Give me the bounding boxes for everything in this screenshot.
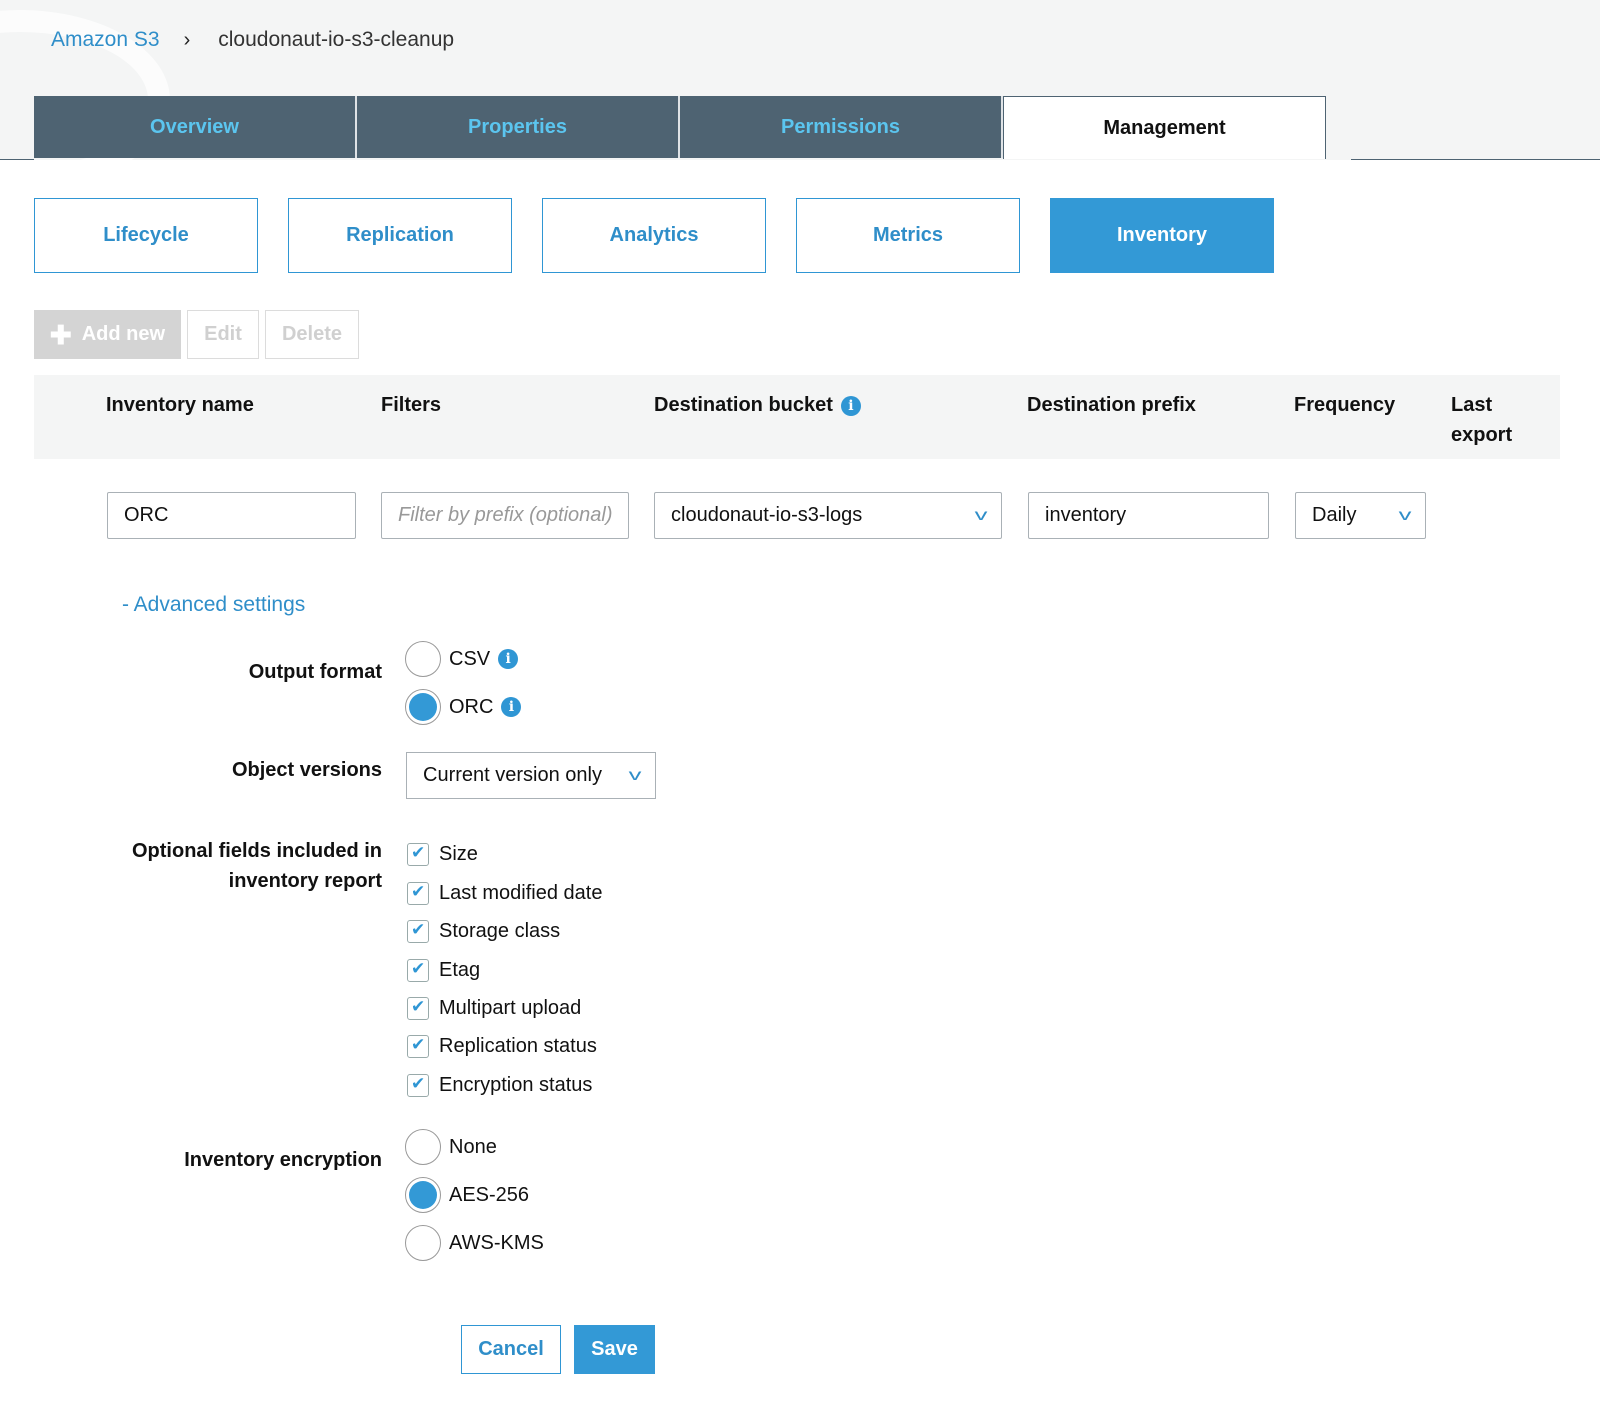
checkbox-etag[interactable]: Etag (407, 959, 480, 982)
chevron-down-icon: v (1398, 506, 1412, 524)
checkbox[interactable] (407, 920, 429, 943)
inventory-encryption-label: Inventory encryption (184, 1149, 382, 1171)
radio-button[interactable] (405, 1225, 441, 1261)
radio-csv-label: CSV (449, 647, 491, 670)
checkbox-label: Storage class (439, 920, 561, 942)
inventory-name-input[interactable]: ORC (107, 492, 356, 539)
cancel-button[interactable]: Cancel (461, 1325, 561, 1374)
frequency-value: Daily (1312, 504, 1357, 526)
toolbar: ✚ Add new Edit Delete (34, 310, 365, 359)
radio-none-label: None (449, 1135, 497, 1158)
radio-orc[interactable]: ORC i (405, 689, 522, 725)
tab-properties[interactable]: Properties (357, 96, 680, 158)
radio-csv[interactable]: CSV i (405, 641, 519, 677)
subtab-lifecycle[interactable]: Lifecycle (34, 198, 258, 273)
radio-button[interactable] (405, 641, 441, 677)
table-header: Inventory name Filters Destination bucke… (34, 375, 1560, 459)
breadcrumb-current-bucket: cloudonaut-io-s3-cleanup (218, 28, 455, 51)
tabs-divider (0, 159, 34, 160)
checkbox-label: Replication status (439, 1035, 597, 1057)
header-inventory-name: Inventory name (106, 394, 254, 416)
checkbox-label: Multipart upload (439, 997, 582, 1019)
destination-prefix-input[interactable]: inventory (1028, 492, 1269, 539)
checkbox-label: Encryption status (439, 1074, 593, 1096)
plus-icon: ✚ (49, 319, 72, 350)
header-frequency: Frequency (1294, 394, 1396, 416)
radio-aws-kms-label: AWS-KMS (449, 1231, 544, 1254)
breadcrumb-amazon-s3[interactable]: Amazon S3 (51, 28, 160, 52)
info-icon[interactable]: i (498, 649, 519, 669)
object-versions-select[interactable]: Current version only v (406, 752, 656, 799)
tab-management[interactable]: Management (1003, 96, 1326, 159)
checkbox[interactable] (407, 1035, 429, 1058)
radio-button[interactable] (405, 1129, 441, 1165)
main-tabs: Overview Properties Permissions Manageme… (34, 96, 1326, 159)
header-destination-bucket-label: Destination bucket (654, 394, 833, 416)
optional-fields-label-line1: Optional fields included in (131, 840, 382, 862)
header-destination-prefix: Destination prefix (1027, 394, 1196, 416)
radio-aws-kms[interactable]: AWS-KMS (405, 1225, 544, 1261)
tabs-divider (1351, 159, 1600, 160)
subtab-replication[interactable]: Replication (288, 198, 512, 273)
destination-bucket-select[interactable]: cloudonaut-io-s3-logs v (654, 492, 1002, 539)
checkbox[interactable] (407, 1074, 429, 1097)
subtab-metrics[interactable]: Metrics (796, 198, 1020, 273)
checkbox-replication-status[interactable]: Replication status (407, 1035, 597, 1058)
info-icon[interactable]: i (840, 395, 861, 416)
subtab-analytics[interactable]: Analytics (542, 198, 766, 273)
destination-bucket-value: cloudonaut-io-s3-logs (671, 504, 863, 526)
radio-aes256[interactable]: AES-256 (405, 1177, 529, 1213)
checkbox[interactable] (407, 997, 429, 1020)
chevron-down-icon: v (974, 506, 988, 524)
breadcrumb: Amazon S3 › cloudonaut-io-s3-cleanup (51, 28, 454, 52)
radio-none[interactable]: None (405, 1129, 497, 1165)
add-new-button[interactable]: ✚ Add new (34, 310, 181, 359)
checkbox-last-modified[interactable]: Last modified date (407, 882, 602, 905)
radio-aes256-label: AES-256 (449, 1183, 530, 1206)
output-format-label: Output format (248, 661, 382, 683)
frequency-select[interactable]: Daily v (1295, 492, 1426, 539)
save-button[interactable]: Save (574, 1325, 655, 1374)
radio-button-selected[interactable] (405, 689, 441, 725)
subtab-inventory[interactable]: Inventory (1050, 198, 1274, 273)
tab-permissions[interactable]: Permissions (680, 96, 1003, 158)
chevron-down-icon: v (628, 766, 642, 784)
info-icon[interactable]: i (501, 697, 522, 717)
radio-orc-label: ORC (449, 695, 494, 718)
object-versions-label: Object versions (231, 759, 382, 781)
checkbox-multipart[interactable]: Multipart upload (407, 997, 581, 1020)
checkbox-label: Etag (439, 959, 481, 981)
checkbox[interactable] (407, 843, 429, 866)
checkbox-label: Size (439, 843, 478, 865)
advanced-settings-toggle[interactable]: - Advanced settings (122, 593, 305, 617)
delete-button[interactable]: Delete (265, 310, 359, 359)
checkbox-label: Last modified date (439, 882, 603, 904)
checkbox[interactable] (407, 959, 429, 982)
header-destination-bucket: Destination bucket i (654, 390, 861, 420)
optional-fields-label: Optional fields included in inventory re… (132, 836, 382, 896)
checkbox-encryption-status[interactable]: Encryption status (407, 1074, 592, 1097)
radio-button-selected[interactable] (405, 1177, 441, 1213)
optional-fields-label-line2: inventory report (228, 870, 382, 892)
edit-button[interactable]: Edit (187, 310, 259, 359)
filter-prefix-input[interactable]: Filter by prefix (optional) (381, 492, 629, 539)
tab-overview[interactable]: Overview (34, 96, 357, 158)
add-new-label: Add new (81, 323, 166, 345)
chevron-right-icon: › (183, 28, 191, 51)
management-subtabs: Lifecycle Replication Analytics Metrics … (34, 198, 1304, 273)
checkbox-storage-class[interactable]: Storage class (407, 920, 560, 943)
checkbox[interactable] (407, 882, 429, 905)
checkbox-size[interactable]: Size (407, 843, 478, 866)
header-filters: Filters (381, 394, 442, 416)
object-versions-value: Current version only (423, 764, 602, 786)
header-last-export: Last export (1451, 394, 1513, 446)
